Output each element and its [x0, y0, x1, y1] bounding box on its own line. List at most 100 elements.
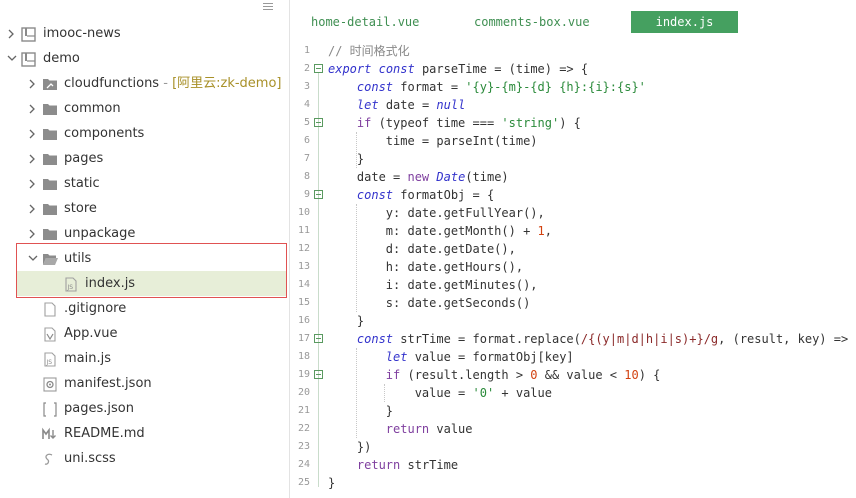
line-number: 7 [303, 153, 310, 164]
code-token: 10 [624, 368, 639, 382]
code-token: value [429, 422, 473, 436]
code-token: const [356, 80, 394, 94]
code-line[interactable]: 18 let value = formatObj[key] [291, 348, 856, 366]
fold-toggle-icon[interactable] [314, 370, 323, 379]
tree-item-pages-json[interactable]: pages.json [0, 396, 285, 421]
code-line[interactable]: 15 s: date.getSeconds() [291, 294, 856, 312]
tree-item-common[interactable]: common [0, 96, 285, 121]
code-token: } [328, 314, 365, 328]
fold-toggle-icon[interactable] [314, 64, 323, 73]
tree-item-imooc-news[interactable]: imooc-news [0, 21, 285, 46]
chevron-down-icon[interactable] [6, 46, 18, 71]
code-line[interactable]: 5 if (typeof time === 'string') { [291, 114, 856, 132]
fold-toggle-icon[interactable] [314, 190, 323, 199]
code-line[interactable]: 14 i: date.getMinutes(), [291, 276, 856, 294]
code-token: strTime [400, 458, 459, 472]
tab-home-detail-vue[interactable]: home-detail.vue [311, 11, 421, 33]
code-token: parseTime = (time) => { [414, 62, 589, 76]
tree-item-manifest-json[interactable]: manifest.json [0, 371, 285, 396]
code-token: const [378, 62, 415, 76]
tree-item-index-js[interactable]: JS index.js [17, 271, 286, 296]
code-line[interactable]: 9 const formatObj = { [291, 186, 856, 204]
tree-item-label: README.md [64, 421, 145, 446]
code-token: export [328, 62, 372, 76]
code-line[interactable]: 22 return value [291, 420, 856, 438]
chevron-down-icon[interactable] [27, 246, 39, 271]
tree-item-label: index.js [85, 271, 135, 296]
code-text: d: date.getDate(), [328, 240, 516, 258]
code-line[interactable]: 24 return strTime [291, 456, 856, 474]
tree-item-pages[interactable]: pages [0, 146, 285, 171]
code-line[interactable]: 25} [291, 474, 856, 492]
fold-toggle-icon[interactable] [314, 118, 323, 127]
code-text: } [328, 312, 364, 330]
code-line[interactable]: 3 const format = '{y}-{m}-{d} {h}:{i}:{s… [291, 78, 856, 96]
chevron-right-icon[interactable] [27, 96, 39, 121]
line-number: 11 [297, 225, 310, 236]
explorer-menu-icon[interactable] [263, 3, 273, 11]
code-line[interactable]: 19 if (result.length > 0 && value < 10) … [291, 366, 856, 384]
tab-comments-box-vue[interactable]: comments-box.vue [474, 11, 592, 33]
tree-item-unpackage[interactable]: unpackage [0, 221, 285, 246]
code-token: ) { [638, 368, 661, 382]
code-text: // 时间格式化 [328, 42, 410, 60]
tree-item-label: static [64, 171, 100, 196]
code-token: strTime = format.replace( [393, 332, 581, 346]
code-line[interactable]: 13 h: date.getHours(), [291, 258, 856, 276]
tree-item-static[interactable]: static [0, 171, 285, 196]
code-line[interactable]: 16 } [291, 312, 856, 330]
json-file-icon [42, 401, 58, 417]
chevron-right-icon[interactable] [27, 171, 39, 196]
fold-toggle-icon[interactable] [314, 334, 323, 343]
code-text: value = '0' + value [328, 384, 552, 402]
code-line[interactable]: 17 const strTime = format.replace(/{(y|m… [291, 330, 856, 348]
tree-item-store[interactable]: store [0, 196, 285, 221]
code-token: date = [328, 170, 408, 184]
chevron-right-icon[interactable] [6, 21, 18, 46]
code-line[interactable]: 23 }) [291, 438, 856, 456]
code-text: let value = formatObj[key] [328, 348, 574, 366]
code-line[interactable]: 6 time = parseInt(time) [291, 132, 856, 150]
chevron-right-icon[interactable] [27, 221, 39, 246]
tree-item-label: uni.scss [64, 446, 116, 471]
tree-item-demo[interactable]: demo [0, 46, 285, 71]
code-text: let date = null [328, 96, 465, 114]
code-line[interactable]: 4 let date = null [291, 96, 856, 114]
tree-item-gitignore[interactable]: .gitignore [0, 296, 285, 321]
code-text: m: date.getMonth() + 1, [328, 222, 552, 240]
code-text: y: date.getFullYear(), [328, 204, 545, 222]
code-line[interactable]: 7 } [291, 150, 856, 168]
code-token: + value [494, 386, 552, 400]
code-line[interactable]: 12 d: date.getDate(), [291, 240, 856, 258]
code-line[interactable]: 21 } [291, 402, 856, 420]
code-token: m: date.getMonth() + [328, 224, 538, 238]
code-line[interactable]: 1 // 时间格式化 [291, 42, 856, 60]
chevron-right-icon[interactable] [27, 146, 39, 171]
tree-item-readme-md[interactable]: README.md [0, 421, 285, 446]
code-text: i: date.getMinutes(), [328, 276, 538, 294]
code-token: let [385, 350, 408, 364]
folder-icon [42, 226, 58, 241]
chevron-right-icon[interactable] [27, 196, 39, 221]
file-icon [42, 301, 58, 317]
tree-item-utils[interactable]: utils [0, 246, 285, 271]
markdown-file-icon [42, 426, 58, 441]
code-line[interactable]: 2 export const parseTime = (time) => { [291, 60, 856, 78]
code-line[interactable]: 11 m: date.getMonth() + 1, [291, 222, 856, 240]
chevron-right-icon[interactable] [27, 71, 39, 96]
tab-index-js[interactable]: index.js [631, 11, 738, 33]
tree-item-cloudfunctions[interactable]: cloudfunctions - [阿里云:zk-demo] [0, 71, 285, 96]
code-token: if [356, 116, 372, 130]
tree-item-app-vue[interactable]: App.vue [0, 321, 285, 346]
code-line[interactable]: 8 date = new Date(time) [291, 168, 856, 186]
code-token: } [328, 152, 365, 166]
line-number: 24 [297, 459, 310, 470]
tree-item-main-js[interactable]: JS main.js [0, 346, 285, 371]
code-line[interactable]: 20 value = '0' + value [291, 384, 856, 402]
code-line[interactable]: 10 y: date.getFullYear(), [291, 204, 856, 222]
tree-item-uni-scss[interactable]: uni.scss [0, 446, 285, 471]
tree-item-components[interactable]: components [0, 121, 285, 146]
chevron-right-icon[interactable] [27, 121, 39, 146]
line-number: 20 [297, 387, 310, 398]
